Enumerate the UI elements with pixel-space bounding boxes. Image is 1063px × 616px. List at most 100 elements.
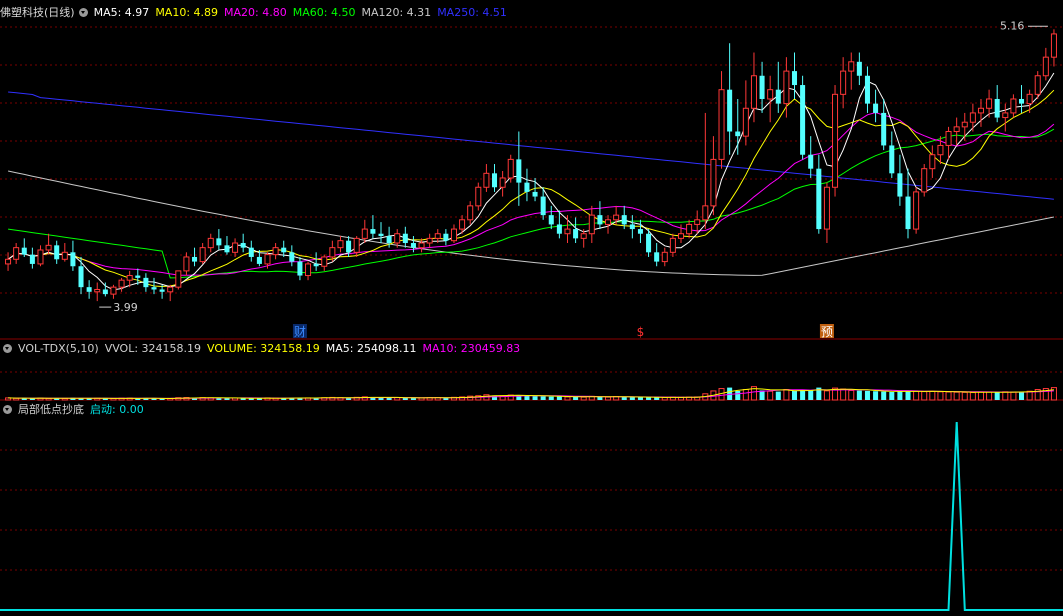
candle-body [492,173,498,188]
vol-legend-item: MA10: 230459.83 [422,342,521,355]
candle-body [272,247,279,256]
volume-bar [873,391,879,400]
candle-body [434,233,441,239]
candle-body [767,89,774,100]
candle-body [1042,56,1049,77]
volume-bar [402,397,408,400]
candle-body [159,289,165,292]
candle-body [313,263,319,267]
candle-body [832,93,839,188]
candle-body [905,196,911,230]
candle-body [840,70,847,95]
candle-body [913,191,920,230]
volume-bar [646,397,652,400]
candle-body [256,256,262,264]
candle-body [507,158,514,179]
high-label: 5.16 [1000,19,1025,32]
candle-body [426,237,433,244]
candle-body [548,215,554,225]
candle-body [297,261,303,276]
candle-body [410,243,416,248]
candle-body [151,287,157,290]
candle-body [386,236,392,244]
candle-body [192,256,198,262]
candle-body [86,287,92,292]
volume-bar [524,395,530,400]
volume-bar [977,391,984,401]
volume-bar [848,389,855,401]
ma-legend-item: MA250: 4.51 [437,6,507,19]
dropdown-icon[interactable] [78,8,88,17]
candle-body [621,215,627,225]
volume-bar [791,390,798,400]
candle-body [459,219,466,230]
volume-bar [856,390,862,400]
candle-body [977,107,984,114]
candle-body [897,173,903,197]
candle-body [443,233,449,241]
volume-bar [881,391,887,400]
candle-body [264,254,271,265]
candle-body [475,186,482,207]
candle-body [961,121,968,128]
candle-body [248,247,254,257]
ma-legend-item: MA5: 4.97 [93,6,150,19]
ma250-line [8,91,1054,200]
indicator-title: 局部低点抄底 [18,403,84,416]
candle-body [1026,93,1033,105]
candle-body [629,224,635,230]
volume-bar [548,396,554,400]
candle-body [483,172,490,188]
candle-body [597,215,603,225]
candle-body [929,154,936,170]
candle-body [677,233,685,239]
volume-bar [937,391,944,401]
candle-body [102,289,108,295]
candle-body [118,279,125,288]
volume-bar [994,392,1000,400]
candle-body [775,89,781,104]
dropdown-icon[interactable] [3,344,12,353]
volume-bar [410,398,416,400]
candle-body [394,233,401,244]
candle-body [945,131,952,146]
volume-bar [45,397,52,401]
candle-body [499,177,506,188]
volume-bar [1019,391,1025,400]
candle-body [524,182,530,192]
volume-bar [864,390,870,400]
volume-bar [889,391,895,400]
candle-body [143,277,149,288]
candle-body [588,214,595,235]
candle-body [361,228,368,239]
candle-body [750,75,757,109]
candle-body [1050,33,1057,58]
candle-body [873,103,879,113]
volume-bar [556,396,562,400]
candle-body [953,126,960,133]
candle-body [759,75,765,99]
event-marker: 财 [294,325,306,339]
candle-body [199,247,206,263]
candle-body [646,233,652,253]
candle-body [467,205,474,221]
volume-bar [573,396,579,400]
volume-bar [986,391,993,401]
candle-body [516,159,522,183]
vol-legend-item: VVOL: 324158.19 [104,342,202,355]
volume-bar [783,389,790,401]
candle-body [289,252,295,262]
candle-body [783,70,790,105]
vol-legend-item: MA5: 254098.11 [325,342,417,355]
candle-body [808,154,814,169]
candle-body [1034,75,1041,95]
candle-body [110,286,117,295]
candle-body [54,245,60,260]
dropdown-icon[interactable] [3,405,12,414]
volume-header: VOL-TDX(5,10) VVOL: 324158.19 VOLUME: 3241… [0,341,532,357]
volume-bar [913,390,920,401]
volume-bar [823,390,830,401]
candle-body [21,247,27,255]
candle-body [167,286,174,293]
volume-bar [1010,391,1017,401]
